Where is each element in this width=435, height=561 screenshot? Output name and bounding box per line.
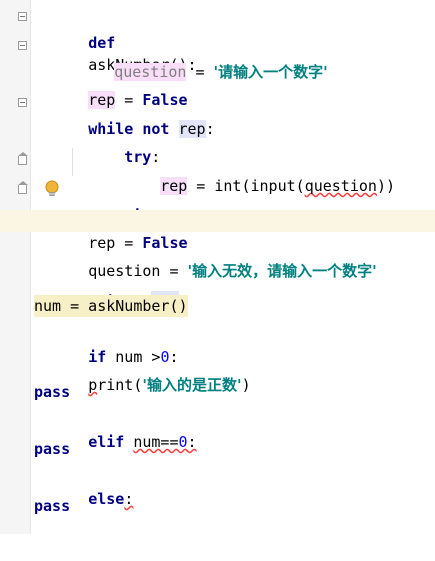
code-line[interactable]: question = '输入无效，请输入一个数字' xyxy=(0,238,435,280)
statement: num = askNumber() xyxy=(34,295,188,317)
code-line[interactable]: rep = False xyxy=(0,67,435,109)
code-line-current[interactable]: rep = False xyxy=(0,210,435,252)
code-line[interactable]: while not rep: xyxy=(0,96,435,138)
keyword: pass xyxy=(34,440,71,458)
code-line[interactable]: try: xyxy=(0,124,435,166)
code-line[interactable]: return rep xyxy=(0,267,435,309)
code-line[interactable]: def askNumber(): xyxy=(0,10,435,74)
code-editor[interactable]: def askNumber(): question = '请输入一个数字' re… xyxy=(0,0,435,534)
lightbulb-icon[interactable] xyxy=(44,180,60,198)
code-line[interactable]: else: xyxy=(0,466,435,508)
keyword: pass xyxy=(34,497,71,515)
code-line[interactable]: rep = int(input(question)) xyxy=(0,153,435,195)
code-line[interactable]: pass xyxy=(0,495,435,517)
code-line[interactable]: print('输入的是正数') xyxy=(0,352,435,394)
code-line[interactable]: num = askNumber() xyxy=(0,295,435,317)
code-line[interactable]: pass xyxy=(0,438,435,460)
code-line[interactable]: if num >0: xyxy=(0,324,435,366)
code-line[interactable]: question = '请输入一个数字' xyxy=(0,39,435,81)
keyword: pass xyxy=(34,383,71,401)
code-line[interactable]: pass xyxy=(0,381,435,403)
code-line[interactable]: elif num==0: xyxy=(0,409,435,451)
code-line[interactable]: except: xyxy=(0,181,435,223)
